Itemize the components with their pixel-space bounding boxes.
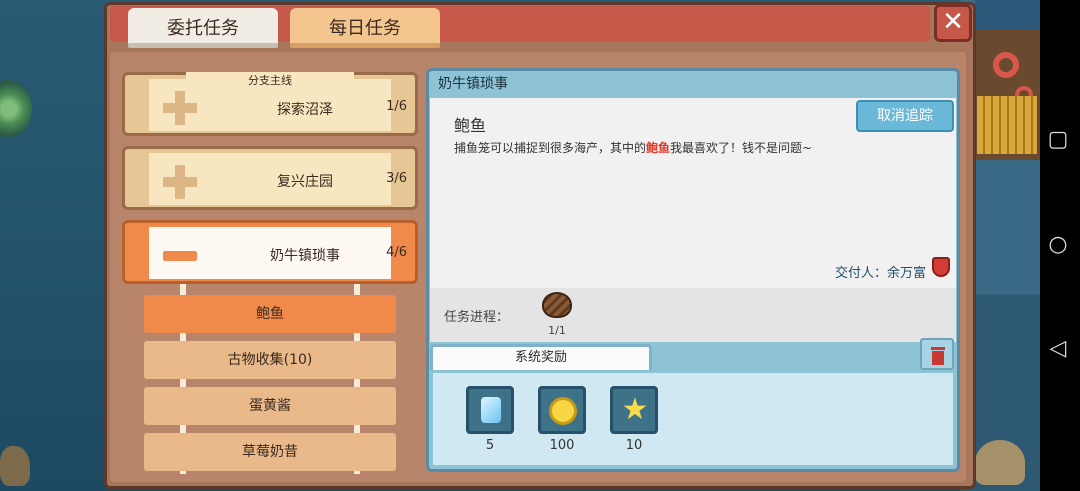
quest-title: 鲍鱼 <box>454 116 487 135</box>
plus-icon <box>163 91 197 125</box>
deliverer-label: 交付人：余万富 <box>834 266 926 281</box>
dock-building <box>975 0 1040 160</box>
progress-label: 任务进程： <box>444 310 510 325</box>
branch-label: 分支主线 <box>186 72 354 90</box>
abalone-icon <box>542 292 572 318</box>
quest-progress: 1/6 <box>386 99 407 114</box>
quest-description: 捕鱼笼可以捕捉到很多海产，其中的鲍鱼我最喜欢了！钱不是问题~ <box>454 139 812 156</box>
reward-tab[interactable]: 系统奖励 <box>430 344 652 370</box>
detail-header: 奶牛镇琐事 <box>438 76 508 92</box>
home-icon[interactable]: ○ <box>1046 233 1070 257</box>
back-icon[interactable]: ◁ <box>1046 337 1070 361</box>
quest-progress: 3/6 <box>386 171 407 186</box>
tab-daily[interactable]: 每日任务 <box>290 8 440 48</box>
star-icon: ★ <box>621 392 649 427</box>
quest-name: 奶牛镇琐事 <box>270 248 340 264</box>
gem-icon <box>481 397 501 423</box>
subquest-item-abalone[interactable]: 鲍鱼 <box>144 295 396 333</box>
subquest-item-mayonnaise[interactable]: 蛋黄酱 <box>144 387 396 425</box>
gold-coin-icon <box>549 397 577 425</box>
subquest-item-strawberry-shake[interactable]: 草莓奶昔 <box>144 433 396 471</box>
reward-value: 10 <box>625 438 643 453</box>
desc-text: 捕鱼笼可以捕捉到很多海产，其中的 <box>454 141 647 155</box>
reward-value: 5 <box>485 438 495 453</box>
rock <box>975 440 1025 485</box>
progress-value: 1/1 <box>548 324 566 337</box>
quest-name: 探索沼泽 <box>277 102 333 118</box>
close-icon: ✕ <box>942 7 964 37</box>
minus-icon <box>163 251 197 261</box>
reward-item-gold-coin[interactable] <box>538 386 586 434</box>
subquest-item-antiques[interactable]: 古物收集(10) <box>144 341 396 379</box>
trash-icon <box>931 347 945 350</box>
dock-roof <box>975 0 1040 30</box>
dock-planks <box>977 96 1037 154</box>
desc-text: 我最喜欢了！钱不是问题~ <box>670 141 813 155</box>
quest-item-revive-manor[interactable]: 复兴庄园 3/6 <box>122 146 418 210</box>
trash-icon-body <box>932 351 944 365</box>
reward-item-gem[interactable] <box>466 386 514 434</box>
lifebuoy-icon <box>993 52 1019 78</box>
shield-icon <box>932 257 950 277</box>
close-button[interactable]: ✕ <box>934 4 972 42</box>
desc-highlight: 鲍鱼 <box>646 141 671 155</box>
trash-button[interactable] <box>920 338 954 370</box>
tab-commission[interactable]: 委托任务 <box>128 8 278 48</box>
quest-name: 复兴庄园 <box>277 174 333 190</box>
quest-item-cow-town-chores[interactable]: 奶牛镇琐事 4/6 <box>122 220 418 284</box>
reward-value: 100 <box>549 438 575 453</box>
recents-icon[interactable]: ▢ <box>1046 128 1070 152</box>
plus-icon <box>163 165 197 199</box>
rock <box>0 446 30 486</box>
quest-progress: 4/6 <box>386 245 407 260</box>
cancel-tracking-button[interactable]: 取消追踪 <box>856 100 954 132</box>
reward-item-star[interactable]: ★ <box>610 386 658 434</box>
